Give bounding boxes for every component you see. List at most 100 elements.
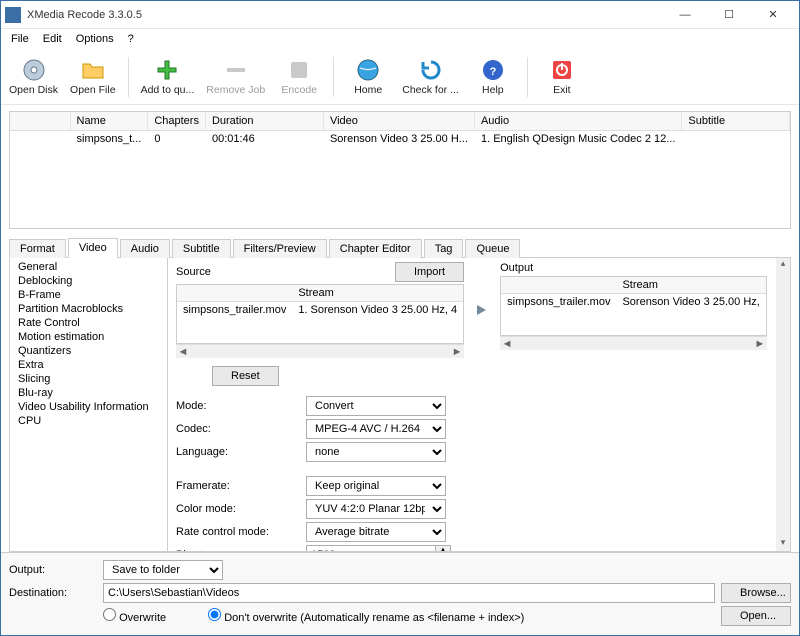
col-blank[interactable] (10, 112, 70, 130)
col-stream[interactable]: Stream (616, 277, 765, 294)
destination-label: Destination: (9, 587, 97, 599)
encode-icon (287, 58, 311, 82)
tab-format[interactable]: Format (9, 239, 66, 258)
language-label: Language: (176, 446, 306, 458)
col-name[interactable]: Name (70, 112, 148, 130)
import-button[interactable]: Import (395, 262, 464, 282)
transfer-button[interactable] (474, 262, 490, 358)
help-icon: ? (481, 58, 505, 82)
table-row[interactable]: simpsons_trailer.mov 1. Sorenson Video 3… (177, 302, 463, 319)
col-audio[interactable]: Audio (474, 112, 681, 130)
destination-field[interactable]: C:\Users\Sebastian\Videos (103, 583, 715, 603)
video-general-pane: Source Import Stream simpsons_trailer.mo… (168, 258, 790, 551)
tab-subtitle[interactable]: Subtitle (172, 239, 231, 258)
tab-strip: Format Video Audio Subtitle Filters/Prev… (9, 237, 791, 258)
col-duration[interactable]: Duration (205, 112, 323, 130)
source-grid[interactable]: Stream simpsons_trailer.mov 1. Sorenson … (176, 284, 464, 344)
maximize-button[interactable]: ☐ (707, 1, 751, 29)
home-button[interactable]: Home (344, 56, 392, 98)
list-item[interactable]: Extra (10, 358, 167, 372)
tab-chapter[interactable]: Chapter Editor (329, 239, 422, 258)
output-panel: Output Stream simpsons_trailer.mov Soren… (500, 262, 767, 358)
bitrate-input[interactable] (306, 545, 436, 551)
titlebar: XMedia Recode 3.3.0.5 — ☐ ✕ (1, 1, 799, 29)
bottom-panel: Output: Save to folder Destination: C:\U… (1, 552, 799, 635)
list-item[interactable]: Video Usability Information (10, 400, 167, 414)
tb-label: Add to qu... (141, 84, 195, 96)
open-button[interactable]: Open... (721, 606, 791, 626)
tb-label: Exit (553, 84, 571, 96)
remove-job-button: Remove Job (204, 56, 267, 98)
col-stream[interactable]: Stream (292, 285, 463, 302)
output-mode-select[interactable]: Save to folder (103, 560, 223, 580)
close-button[interactable]: ✕ (751, 1, 795, 29)
menubar: File Edit Options ? (1, 29, 799, 49)
table-row[interactable]: simpsons_trailer.mov Sorenson Video 3 25… (501, 294, 766, 311)
output-grid[interactable]: Stream simpsons_trailer.mov Sorenson Vid… (500, 276, 767, 336)
list-item[interactable]: General (10, 260, 167, 274)
list-item[interactable]: Deblocking (10, 274, 167, 288)
language-select[interactable]: none (306, 442, 446, 462)
list-item[interactable]: Blu-ray (10, 386, 167, 400)
tab-video[interactable]: Video (68, 238, 118, 258)
rate-select[interactable]: Average bitrate (306, 522, 446, 542)
scrollbar[interactable]: ◄► (500, 336, 767, 350)
encode-button: Encode (275, 56, 323, 98)
col-subtitle[interactable]: Subtitle (682, 112, 790, 130)
tab-tag[interactable]: Tag (424, 239, 464, 258)
tab-filters[interactable]: Filters/Preview (233, 239, 327, 258)
tab-content: General Deblocking B-Frame Partition Mac… (9, 258, 791, 552)
rate-label: Rate control mode: (176, 526, 306, 538)
list-item[interactable]: Slicing (10, 372, 167, 386)
menu-file[interactable]: File (5, 31, 35, 47)
video-category-list[interactable]: General Deblocking B-Frame Partition Mac… (10, 258, 168, 551)
add-queue-button[interactable]: Add to qu... (139, 56, 197, 98)
exit-button[interactable]: Exit (538, 56, 586, 98)
mode-select[interactable]: Convert (306, 396, 446, 416)
source-label: Source (176, 266, 211, 278)
reset-button[interactable]: Reset (212, 366, 279, 386)
col-chapters[interactable]: Chapters (148, 112, 206, 130)
list-item[interactable]: B-Frame (10, 288, 167, 302)
cell-stream: 1. Sorenson Video 3 25.00 Hz, 4 (292, 302, 463, 319)
col-blank[interactable] (177, 285, 292, 302)
bitrate-spinner[interactable]: ▲▼ (436, 545, 451, 551)
vertical-scrollbar[interactable]: ▴▾ (776, 258, 790, 551)
arrow-right-icon (474, 302, 490, 318)
check-updates-button[interactable]: Check for ... (400, 56, 461, 98)
open-file-button[interactable]: Open File (68, 56, 118, 98)
dont-overwrite-radio[interactable]: Don't overwrite (Automatically rename as… (208, 608, 524, 624)
tab-queue[interactable]: Queue (465, 239, 520, 258)
overwrite-radio[interactable]: Overwrite (103, 608, 166, 624)
tb-label: Help (482, 84, 504, 96)
bitrate-label: Bitrate: (176, 549, 306, 551)
list-item[interactable]: Partition Macroblocks (10, 302, 167, 316)
file-grid[interactable]: Name Chapters Duration Video Audio Subti… (9, 111, 791, 229)
list-item[interactable]: Motion estimation (10, 330, 167, 344)
list-item[interactable]: Quantizers (10, 344, 167, 358)
framerate-select[interactable]: Keep original (306, 476, 446, 496)
cell-duration: 00:01:46 (205, 130, 323, 147)
tb-label: Home (354, 84, 382, 96)
menu-options[interactable]: Options (70, 31, 120, 47)
tb-label: Encode (281, 84, 317, 96)
disk-icon (22, 58, 46, 82)
table-row[interactable]: simpsons_t... 0 00:01:46 Sorenson Video … (10, 130, 790, 147)
menu-edit[interactable]: Edit (37, 31, 68, 47)
color-label: Color mode: (176, 503, 306, 515)
list-item[interactable]: Rate Control (10, 316, 167, 330)
browse-button[interactable]: Browse... (721, 583, 791, 603)
tab-audio[interactable]: Audio (120, 239, 170, 258)
minimize-button[interactable]: — (663, 1, 707, 29)
cell-name: simpsons_trailer.mov (177, 302, 292, 319)
codec-select[interactable]: MPEG-4 AVC / H.264 (306, 419, 446, 439)
list-item[interactable]: CPU (10, 414, 167, 428)
scrollbar[interactable]: ◄► (176, 344, 464, 358)
col-video[interactable]: Video (323, 112, 474, 130)
col-blank[interactable] (501, 277, 616, 294)
open-disk-button[interactable]: Open Disk (7, 56, 60, 98)
source-panel: Source Import Stream simpsons_trailer.mo… (176, 262, 464, 358)
help-button[interactable]: ? Help (469, 56, 517, 98)
color-select[interactable]: YUV 4:2:0 Planar 12bpp (306, 499, 446, 519)
menu-help[interactable]: ? (122, 31, 140, 47)
